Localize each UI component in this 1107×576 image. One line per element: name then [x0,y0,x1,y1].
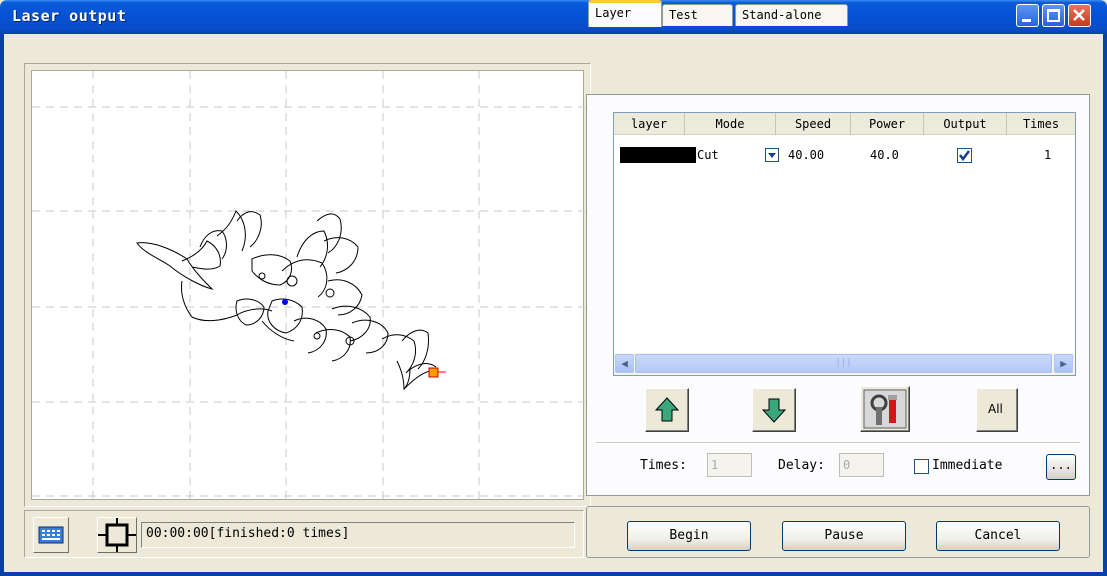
start-marker [282,299,288,305]
delay-label: Delay: [778,458,825,473]
cancel-button[interactable]: Cancel [936,521,1060,551]
arrow-up-icon [654,397,680,422]
scroll-right-button[interactable]: ▶ [1054,354,1073,373]
layer-tools-button[interactable] [860,386,910,432]
tools-icon [863,389,907,429]
end-marker [428,367,446,378]
scroll-thumb[interactable]: ||| [635,354,1052,373]
divider [596,442,1080,444]
power-cell[interactable]: 40.0 [870,148,899,162]
window-title: Laser output [12,7,127,25]
frame-icon [98,518,136,552]
layer-list-header: layer Mode Speed Power Output Times [614,113,1075,135]
move-layer-up-button[interactable] [645,388,689,432]
minimize-button[interactable] [1016,4,1039,27]
col-header-speed[interactable]: Speed [776,113,851,135]
scroll-left-button[interactable]: ◀ [615,354,634,373]
tab-stand-alone[interactable]: Stand-alone [735,4,848,26]
status-text: 00:00:00[finished:0 times] [141,522,575,548]
close-button[interactable] [1068,4,1091,27]
horizontal-scrollbar[interactable]: ◀ ||| ▶ [614,353,1075,375]
col-header-layer[interactable]: layer [614,113,685,135]
checkmark-icon [959,150,970,162]
mode-cell[interactable]: Cut [697,148,719,162]
col-header-times[interactable]: Times [1007,113,1075,135]
times-input[interactable]: 1 [707,453,752,477]
arrow-down-icon [761,398,787,423]
col-header-output[interactable]: Output [924,113,1007,135]
speed-cell[interactable]: 40.00 [788,148,824,162]
keyboard-toggle-button[interactable] [33,517,69,553]
col-header-mode[interactable]: Mode [685,113,776,135]
immediate-checkbox[interactable] [914,459,929,474]
delay-input[interactable]: 0 [839,453,884,477]
tab-layer[interactable]: Layer [588,0,662,27]
title-bar: Laser output [0,0,1107,34]
tab-test[interactable]: Test [662,4,733,26]
layer-color-swatch [620,147,696,163]
chevron-down-icon [768,153,776,158]
all-label: All [988,402,1003,416]
pause-button[interactable]: Pause [782,521,906,551]
immediate-label: Immediate [932,458,1003,473]
times-label: Times: [640,458,687,473]
mode-dropdown-button[interactable] [765,148,779,162]
maximize-button[interactable] [1042,4,1065,27]
output-checkbox[interactable] [957,148,972,163]
select-all-layers-button[interactable]: All [976,388,1018,432]
begin-button[interactable]: Begin [627,521,751,551]
layer-list[interactable]: layer Mode Speed Power Output Times Cut … [613,112,1076,376]
col-header-power[interactable]: Power [851,113,924,135]
times-cell[interactable]: 1 [1044,148,1051,162]
preview-grid [32,71,585,501]
keyboard-icon [38,526,64,544]
move-layer-down-button[interactable] [752,388,796,432]
preview-canvas[interactable] [31,70,585,501]
frame-button[interactable] [97,517,137,553]
more-options-button[interactable]: ... [1046,454,1076,480]
close-icon [1073,9,1085,21]
